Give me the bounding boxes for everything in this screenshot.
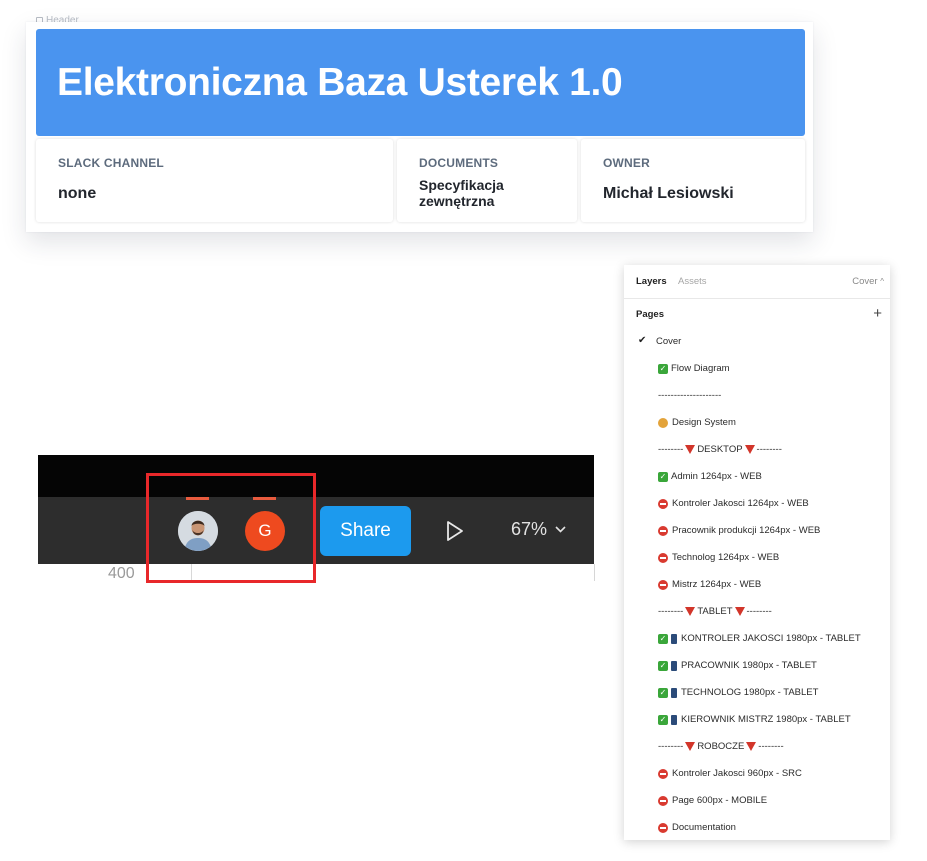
palette-icon [658, 417, 668, 428]
owner-value: Michał Lesiowski [603, 185, 734, 202]
page-item-kontroler-src[interactable]: Kontroler Jakosci 960px - SRC [624, 760, 890, 787]
page-item-admin-web[interactable]: ✓ Admin 1264px - WEB [624, 463, 890, 490]
check-box-icon: ✓ [658, 687, 668, 698]
no-entry-icon [658, 525, 668, 536]
slack-channel-label: SLACK CHANNEL [58, 156, 164, 170]
page-item-cover[interactable]: ✔ Cover [624, 328, 890, 355]
mobile-phone-icon [671, 660, 677, 671]
play-icon [447, 521, 463, 541]
project-title: Elektroniczna Baza Usterek 1.0 [57, 60, 623, 104]
documents-box: DOCUMENTS Specyfikacja zewnętrzna [397, 139, 577, 222]
check-box-icon: ✓ [658, 471, 668, 482]
owner-label: OWNER [603, 156, 650, 170]
no-entry-icon [658, 822, 668, 833]
page-label: Page 600px - MOBILE [672, 795, 768, 806]
page-item-separator[interactable]: -------------------- [624, 382, 890, 409]
page-item-technolog-tablet[interactable]: ✓ TECHNOLOG 1980px - TABLET [624, 679, 890, 706]
slack-channel-value: none [58, 185, 97, 202]
check-box-icon: ✓ [658, 660, 668, 671]
page-label: ROBOCZE [697, 741, 745, 752]
zoom-dropdown[interactable]: 67% [511, 519, 566, 540]
page-label: Cover [656, 336, 682, 347]
canvas-ruler: 400 [38, 564, 595, 582]
page-label: Design System [672, 417, 736, 428]
ruler-value: 400 [108, 565, 135, 582]
owner-box: OWNER Michał Lesiowski [581, 139, 805, 222]
page-label: Admin 1264px - WEB [671, 471, 762, 482]
page-item-pracownik-tablet[interactable]: ✓ PRACOWNIK 1980px - TABLET [624, 652, 890, 679]
add-page-icon[interactable]: + [873, 305, 882, 322]
page-item-robocze-divider[interactable]: -------- ROBOCZE -------- [624, 733, 890, 760]
page-label: PRACOWNIK 1980px - TABLET [681, 660, 817, 671]
page-label: KIEROWNIK MISTRZ 1980px - TABLET [681, 714, 851, 725]
page-label: Mistrz 1264px - WEB [672, 579, 762, 590]
page-item-design-system[interactable]: Design System [624, 409, 890, 436]
no-entry-icon [658, 498, 668, 509]
mobile-phone-icon [671, 714, 677, 725]
current-page-label: Cover [852, 276, 878, 287]
avatars-highlight-box [146, 473, 316, 583]
check-box-icon: ✓ [658, 363, 668, 374]
page-label: Kontroler Jakosci 1264px - WEB [672, 498, 809, 509]
page-item-mobile[interactable]: Page 600px - MOBILE [624, 787, 890, 814]
documents-value: Specyfikacja zewnętrzna [419, 177, 504, 209]
red-triangle-icon [685, 445, 696, 454]
layers-panel: Layers Assets Cover ^ Pages + ✔ Cover ✓ … [624, 265, 890, 840]
check-box-icon: ✓ [658, 714, 668, 725]
no-entry-icon [658, 795, 668, 806]
page-label: TECHNOLOG 1980px - TABLET [681, 687, 819, 698]
chevron-up-icon: ^ [880, 277, 884, 286]
page-list: ✔ Cover ✓ Flow Diagram -----------------… [624, 328, 890, 840]
toolbar-top-bar [38, 455, 594, 497]
page-item-flow-diagram[interactable]: ✓ Flow Diagram [624, 355, 890, 382]
share-button[interactable]: Share [320, 506, 411, 556]
red-triangle-icon [734, 607, 745, 616]
zoom-value: 67% [511, 519, 548, 539]
no-entry-icon [658, 579, 668, 590]
page-label: Documentation [672, 822, 736, 833]
chevron-down-icon [555, 526, 566, 533]
page-label: KONTROLER JAKOSCI 1980px - TABLET [681, 633, 861, 644]
red-triangle-icon [746, 742, 757, 751]
mobile-phone-icon [671, 687, 677, 698]
page-label: TABLET [697, 606, 733, 617]
page-item-mistrz-web[interactable]: Mistrz 1264px - WEB [624, 571, 890, 598]
page-label: -------------------- [658, 390, 722, 401]
page-item-kontroler-web[interactable]: Kontroler Jakosci 1264px - WEB [624, 490, 890, 517]
page-label: Technolog 1264px - WEB [672, 552, 780, 563]
page-label: Pracownik produkcji 1264px - WEB [672, 525, 821, 536]
pages-heading: Pages [636, 309, 664, 320]
page-item-kierownik-tablet[interactable]: ✓ KIEROWNIK MISTRZ 1980px - TABLET [624, 706, 890, 733]
header-banner: Elektroniczna Baza Usterek 1.0 [36, 29, 805, 136]
current-page-selector[interactable]: Cover ^ [852, 276, 884, 287]
page-label: DESKTOP [697, 444, 743, 455]
red-triangle-icon [685, 607, 696, 616]
panel-tabs: Layers Assets Cover ^ [624, 265, 890, 299]
red-triangle-icon [744, 445, 755, 454]
page-item-technolog-web[interactable]: Technolog 1264px - WEB [624, 544, 890, 571]
documents-label: DOCUMENTS [419, 156, 499, 170]
tab-assets[interactable]: Assets [678, 276, 707, 287]
page-item-kontroler-tablet[interactable]: ✓ KONTROLER JAKOSCI 1980px - TABLET [624, 625, 890, 652]
page-item-documentation[interactable]: Documentation [624, 814, 890, 840]
slack-channel-box: SLACK CHANNEL none [36, 139, 393, 222]
checkmark-icon: ✔ [638, 335, 647, 346]
header-card: Elektroniczna Baza Usterek 1.0 SLACK CHA… [26, 22, 813, 232]
check-box-icon: ✓ [658, 633, 668, 644]
no-entry-icon [658, 552, 668, 563]
page-label: Flow Diagram [671, 363, 730, 374]
tab-layers[interactable]: Layers [636, 276, 667, 287]
mobile-phone-icon [671, 633, 677, 644]
no-entry-icon [658, 768, 668, 779]
red-triangle-icon [685, 742, 696, 751]
page-item-desktop-divider[interactable]: -------- DESKTOP -------- [624, 436, 890, 463]
page-item-tablet-divider[interactable]: -------- TABLET -------- [624, 598, 890, 625]
page-item-pracownik-web[interactable]: Pracownik produkcji 1264px - WEB [624, 517, 890, 544]
present-button[interactable] [444, 519, 466, 543]
page-label: Kontroler Jakosci 960px - SRC [672, 768, 802, 779]
